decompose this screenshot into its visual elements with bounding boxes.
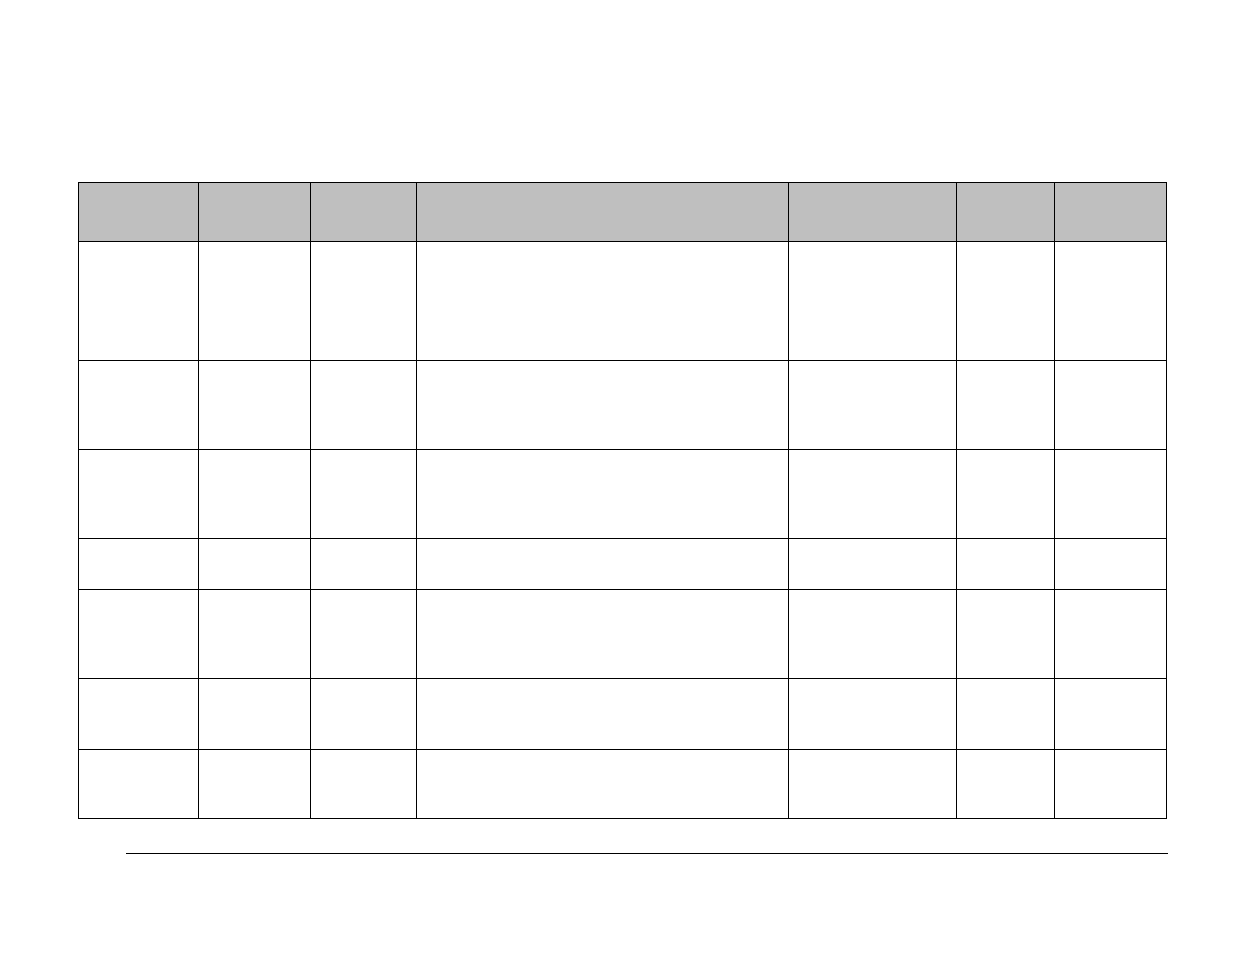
table-cell xyxy=(957,361,1055,450)
table-cell xyxy=(199,539,311,590)
table-row xyxy=(79,539,1167,590)
table-header-cell xyxy=(1055,183,1167,242)
table-row xyxy=(79,242,1167,361)
table-cell xyxy=(417,450,789,539)
table-cell xyxy=(199,242,311,361)
table-cell xyxy=(199,590,311,679)
table-cell xyxy=(311,242,417,361)
table-cell xyxy=(417,361,789,450)
table-cell xyxy=(957,679,1055,750)
table-cell xyxy=(1055,539,1167,590)
table-header-cell xyxy=(311,183,417,242)
table-row xyxy=(79,361,1167,450)
table-cell xyxy=(199,361,311,450)
table-cell xyxy=(417,590,789,679)
table-cell xyxy=(417,242,789,361)
table-cell xyxy=(1055,242,1167,361)
table-cell xyxy=(1055,750,1167,819)
table-cell xyxy=(417,679,789,750)
table-header-cell xyxy=(199,183,311,242)
table-cell xyxy=(79,750,199,819)
table-cell xyxy=(957,539,1055,590)
table-cell xyxy=(79,450,199,539)
table-cell xyxy=(957,450,1055,539)
table-cell xyxy=(311,361,417,450)
empty-data-table xyxy=(78,182,1167,819)
table-row xyxy=(79,679,1167,750)
table-cell xyxy=(957,242,1055,361)
table-cell xyxy=(199,750,311,819)
table-cell xyxy=(417,750,789,819)
table-cell xyxy=(311,750,417,819)
table-cell xyxy=(789,242,957,361)
table-cell xyxy=(789,750,957,819)
table-cell xyxy=(79,361,199,450)
table-cell xyxy=(789,539,957,590)
table-header-cell xyxy=(957,183,1055,242)
table-cell xyxy=(79,242,199,361)
table-cell xyxy=(1055,450,1167,539)
table-row xyxy=(79,750,1167,819)
table-cell xyxy=(957,750,1055,819)
table-header-cell xyxy=(417,183,789,242)
table-cell xyxy=(789,679,957,750)
footnote-separator-rule xyxy=(126,853,1168,854)
page xyxy=(0,0,1235,954)
table-header-cell xyxy=(79,183,199,242)
table-cell xyxy=(789,590,957,679)
table-header-cell xyxy=(789,183,957,242)
table-cell xyxy=(79,590,199,679)
table-cell xyxy=(199,679,311,750)
table-cell xyxy=(311,539,417,590)
table-cell xyxy=(199,450,311,539)
table-cell xyxy=(1055,679,1167,750)
table-cell xyxy=(957,590,1055,679)
table-cell xyxy=(789,361,957,450)
table-cell xyxy=(311,679,417,750)
table-header-row xyxy=(79,183,1167,242)
table-cell xyxy=(311,450,417,539)
table-cell xyxy=(789,450,957,539)
table-cell xyxy=(79,679,199,750)
table-row xyxy=(79,590,1167,679)
table-row xyxy=(79,450,1167,539)
table-cell xyxy=(311,590,417,679)
table-cell xyxy=(1055,361,1167,450)
table-cell xyxy=(79,539,199,590)
table-cell xyxy=(1055,590,1167,679)
table-cell xyxy=(417,539,789,590)
